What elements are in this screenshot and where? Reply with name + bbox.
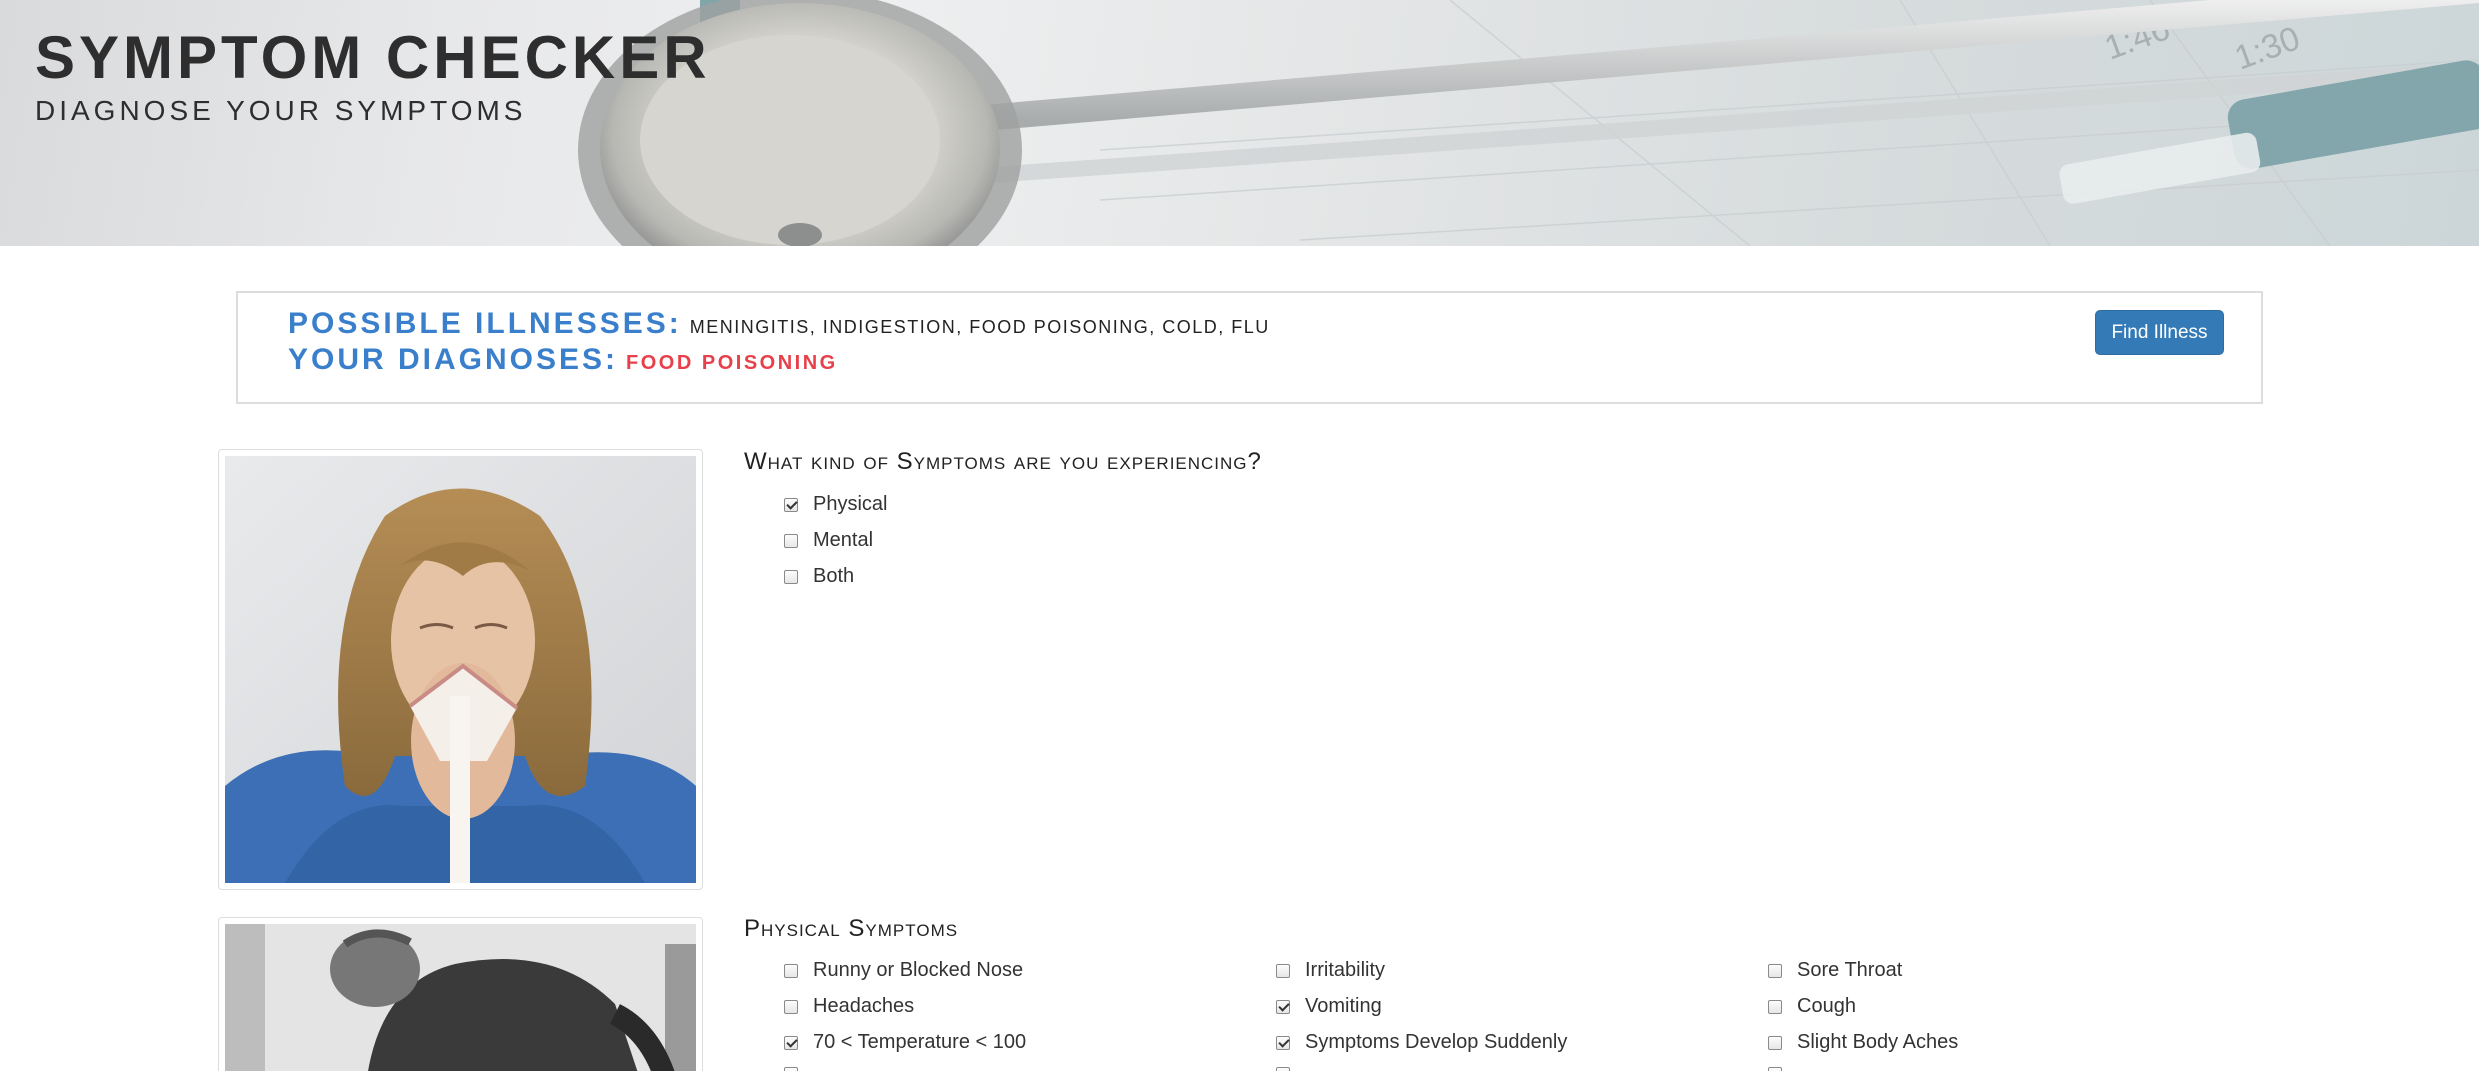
symptom-label: Symptoms Develop Suddenly	[1305, 1031, 1568, 1053]
option-mental[interactable]: Mental	[784, 529, 873, 552]
symptom-runny-nose[interactable]: Runny or Blocked Nose	[784, 959, 1023, 982]
symptom-body-aches[interactable]: Slight Body Aches	[1768, 1031, 1958, 1054]
symptom-label: Cough	[1797, 995, 1856, 1017]
symptom-sudden-onset[interactable]: Symptoms Develop Suddenly	[1276, 1031, 1567, 1054]
symptom-label: 70 < Temperature < 100	[813, 1031, 1027, 1053]
symptom-type-question: What kind of Symptoms are you experienci…	[744, 448, 1262, 475]
temperature-checkbox[interactable]	[784, 1035, 798, 1050]
diagnosis-row: YOUR DIAGNOSES: FOOD POISONING	[288, 343, 838, 377]
option-physical[interactable]: Physical	[784, 493, 887, 516]
symptom-irritability[interactable]: Irritability	[1276, 959, 1385, 982]
runny-nose-checkbox[interactable]	[784, 963, 798, 978]
diagnosis-label: YOUR DIAGNOSES:	[288, 343, 619, 376]
results-panel: POSSIBLE ILLNESSES: MENINGITIS, INDIGESTI…	[236, 291, 2263, 404]
symptom-sore-throat[interactable]: Sore Throat	[1768, 959, 1902, 982]
option-label: Physical	[813, 493, 888, 515]
option-both[interactable]: Both	[784, 565, 854, 588]
both-checkbox[interactable]	[784, 569, 798, 584]
symptom-label: Sore Throat	[1797, 959, 1903, 981]
possible-illnesses-row: POSSIBLE ILLNESSES: MENINGITIS, INDIGESTI…	[288, 307, 1270, 341]
next-row-checkbox[interactable]	[1276, 1067, 1290, 1071]
body-aches-checkbox[interactable]	[1768, 1035, 1782, 1050]
cough-checkbox[interactable]	[1768, 999, 1782, 1014]
physical-symptoms-title: Physical Symptoms	[744, 915, 959, 942]
next-row-checkbox[interactable]	[1768, 1067, 1782, 1071]
symptom-label: Headaches	[813, 995, 915, 1017]
sick-man-image	[225, 924, 696, 1071]
diagnosis-value: FOOD POISONING	[626, 352, 838, 374]
irritability-checkbox[interactable]	[1276, 963, 1290, 978]
symptom-cough[interactable]: Cough	[1768, 995, 1856, 1018]
find-illness-button[interactable]: Find Illness	[2095, 310, 2224, 355]
option-label: Both	[813, 565, 855, 587]
possible-illnesses-label: POSSIBLE ILLNESSES:	[288, 307, 682, 340]
symptom-label: Irritability	[1305, 959, 1386, 981]
symptom-label: Vomiting	[1305, 995, 1382, 1017]
symptom-headaches[interactable]: Headaches	[784, 995, 914, 1018]
headaches-checkbox[interactable]	[784, 999, 798, 1014]
symptom-next-row[interactable]	[1276, 1067, 1290, 1071]
vomiting-checkbox[interactable]	[1276, 999, 1290, 1014]
symptom-vomiting[interactable]: Vomiting	[1276, 995, 1382, 1018]
symptom-label: Runny or Blocked Nose	[813, 959, 1024, 981]
next-row-checkbox[interactable]	[784, 1067, 798, 1071]
mental-checkbox[interactable]	[784, 533, 798, 548]
header-banner: 1:46 1:30 SYMPTOM CHECKER DIAGNOSE YOUR …	[0, 0, 2479, 246]
sneezing-woman-photo	[218, 449, 703, 890]
symptom-next-row[interactable]	[784, 1067, 798, 1071]
sick-man-photo	[218, 917, 703, 1071]
possible-illnesses-value: MENINGITIS, INDIGESTION, FOOD POISONING,…	[689, 317, 1270, 337]
physical-checkbox[interactable]	[784, 497, 798, 512]
svg-text:1:30: 1:30	[2230, 19, 2305, 77]
symptom-label: Slight Body Aches	[1797, 1031, 1959, 1053]
site-subtitle: DIAGNOSE YOUR SYMPTOMS	[35, 95, 527, 126]
option-label: Mental	[813, 529, 874, 551]
symptom-temperature[interactable]: 70 < Temperature < 100	[784, 1031, 1026, 1054]
site-title: SYMPTOM CHECKER	[35, 24, 711, 91]
sneezing-woman-image	[225, 456, 696, 883]
sore-throat-checkbox[interactable]	[1768, 963, 1782, 978]
sudden-onset-checkbox[interactable]	[1276, 1035, 1290, 1050]
symptom-next-row[interactable]	[1768, 1067, 1782, 1071]
